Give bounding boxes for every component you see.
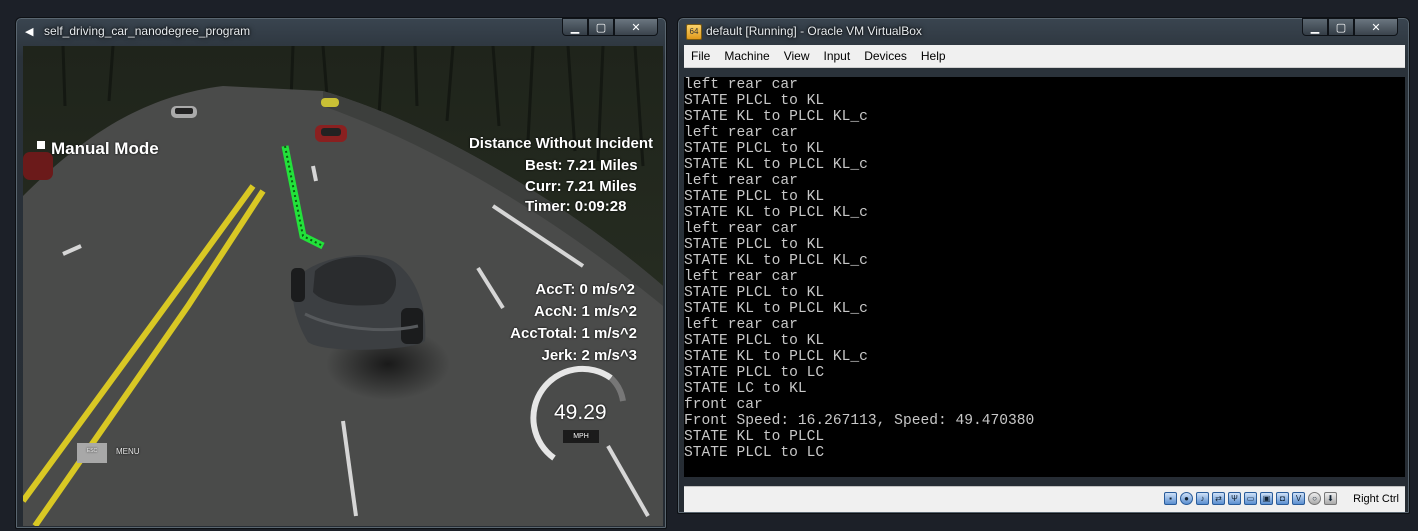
console-line: left rear car [684,269,798,285]
console-line: STATE KL to PLCL KL_c [684,253,868,269]
speaker-icon: ◀ [25,26,34,38]
host-key-label[interactable]: Right Ctrl [1353,493,1399,505]
console-line: STATE KL to PLCL KL_c [684,301,868,317]
speed-unit: MPH [563,430,599,443]
mode-indicator-icon [37,141,45,149]
console-line: STATE KL to PLCL KL_c [684,157,868,173]
menu-view[interactable]: View [777,49,817,63]
vbox-statusbar: ▪ ● ♪ ⇄ Ψ ▭ ▣ ◘ V ○ ⬇ Right Ctrl [684,486,1405,512]
console-line: front car [684,397,763,413]
console-line: STATE PLCL to KL [684,333,825,349]
console-line: left rear car [684,173,798,189]
virtualbox-icon: 64 [686,24,702,40]
mouse-integration-icon[interactable]: ○ [1308,492,1321,505]
console-line: STATE PLCL to KL [684,93,825,109]
maximize-button[interactable]: ▢ [588,18,614,36]
minimize-button[interactable]: ▁ [562,18,588,36]
console-line: left rear car [684,317,798,333]
console-line: STATE KL to PLCL [684,429,825,445]
console-line: STATE PLCL to LC [684,365,825,381]
menu-devices[interactable]: Devices [857,49,914,63]
other-car [315,125,347,142]
console-line: STATE PLCL to KL [684,237,825,253]
acc-n: AccN: 1 m/s^2 [534,303,637,320]
menu-label[interactable]: MENU [116,447,140,456]
simulator-title: self_driving_car_nanodegree_program [44,24,251,38]
virtualbox-window: 64 default [Running] - Oracle VM Virtual… [677,17,1410,514]
hard-disk-icon[interactable]: ▪ [1164,492,1177,505]
console-line: left rear car [684,77,798,93]
virtualization-icon[interactable]: V [1292,492,1305,505]
optical-drive-icon[interactable]: ● [1180,492,1193,505]
console-line: Front Speed: 16.267113, Speed: 49.470380 [684,413,1035,429]
video-capture-icon[interactable]: ◘ [1276,492,1289,505]
console-line: STATE PLCL to KL [684,285,825,301]
console-line: STATE KL to PLCL KL_c [684,349,868,365]
display-icon[interactable]: ▣ [1260,492,1273,505]
simulator-window-controls: ▁ ▢ ✕ [562,18,658,37]
console-line: STATE PLCL to LC [684,445,825,461]
menu-help[interactable]: Help [914,49,953,63]
other-car [171,106,197,118]
console-line: STATE PLCL to KL [684,141,825,157]
maximize-button[interactable]: ▢ [1328,18,1354,36]
manual-mode-label[interactable]: Manual Mode [51,139,159,159]
audio-icon[interactable]: ♪ [1196,492,1209,505]
keyboard-capture-icon[interactable]: ⬇ [1324,492,1337,505]
console-line: left rear car [684,125,798,141]
menu-machine[interactable]: Machine [717,49,776,63]
menu-file[interactable]: File [684,49,717,63]
console-line: left rear car [684,221,798,237]
console-line: STATE KL to PLCL KL_c [684,109,868,125]
shared-folders-icon[interactable]: ▭ [1244,492,1257,505]
minimize-button[interactable]: ▁ [1302,18,1328,36]
acc-total: AccTotal: 1 m/s^2 [510,325,637,342]
esc-key-label: ESC [86,448,98,454]
menu-input[interactable]: Input [817,49,858,63]
vbox-window-controls: ▁ ▢ ✕ [1302,18,1398,37]
timer: Timer: 0:09:28 [525,198,627,215]
vbox-menubar: File Machine View Input Devices Help [684,45,1405,68]
vbox-title: default [Running] - Oracle VM VirtualBox [706,24,922,38]
distance-title: Distance Without Incident [468,135,653,152]
vm-console[interactable]: left rear car STATE PLCL to KL STATE KL … [684,77,1405,477]
other-car [321,98,339,107]
best-distance: Best: 7.21 Miles [525,157,638,174]
simulator-titlebar[interactable]: ◀ self_driving_car_nanodegree_program ▁ … [16,18,666,44]
speed-value: 49.29 [554,401,607,424]
simulator-viewport[interactable]: Manual Mode Distance Without Incident Be… [23,46,663,526]
close-button[interactable]: ✕ [1354,18,1398,36]
console-line: STATE PLCL to KL [684,189,825,205]
vbox-titlebar[interactable]: 64 default [Running] - Oracle VM Virtual… [678,18,1409,44]
close-button[interactable]: ✕ [614,18,658,36]
jerk: Jerk: 2 m/s^3 [541,347,638,364]
acc-t: AccT: 0 m/s^2 [535,281,635,298]
usb-icon[interactable]: Ψ [1228,492,1241,505]
console-line: STATE KL to PLCL KL_c [684,205,868,221]
current-distance: Curr: 7.21 Miles [525,178,637,195]
simulator-window: ◀ self_driving_car_nanodegree_program ▁ … [15,17,667,529]
other-car [23,152,53,180]
network-icon[interactable]: ⇄ [1212,492,1225,505]
status-icons: ▪ ● ♪ ⇄ Ψ ▭ ▣ ◘ V ○ ⬇ [1164,492,1337,505]
console-line: STATE LC to KL [684,381,807,397]
